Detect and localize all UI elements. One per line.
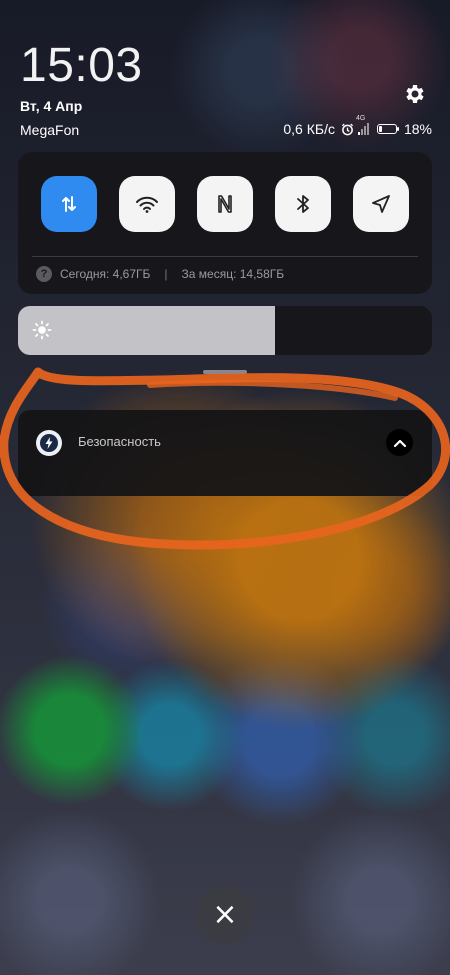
data-transfer-icon [62, 196, 76, 212]
bluetooth-icon [297, 195, 309, 213]
date-label: Вт, 4 Апр [20, 98, 83, 114]
data-usage[interactable]: ? Сегодня: 4,67ГБ | За месяц: 14,58ГБ [36, 266, 284, 282]
chevron-up-icon [393, 439, 406, 447]
nfc-toggle[interactable] [197, 176, 253, 232]
mobile-data-toggle[interactable] [41, 176, 97, 232]
close-icon: × [212, 897, 238, 932]
battery-percent: 18% [403, 121, 432, 137]
bluetooth-toggle[interactable] [275, 176, 331, 232]
quick-settings-panel: ? Сегодня: 4,67ГБ | За месяц: 14,58ГБ [18, 152, 432, 294]
notification-card[interactable]: Безопасность [18, 410, 432, 496]
toggle-row [41, 176, 409, 232]
carrier-label: MegaFon [20, 122, 80, 138]
wifi-icon [136, 196, 158, 213]
security-bolt-icon [36, 430, 62, 456]
expand-notification-button[interactable] [386, 429, 413, 456]
notification-app-name: Безопасность [78, 434, 161, 449]
cellular-signal-icon: 4G [356, 115, 369, 135]
location-icon [372, 195, 390, 213]
alarm-icon [341, 123, 354, 135]
close-button[interactable]: × [196, 886, 254, 944]
panel-divider [32, 256, 418, 257]
wifi-toggle[interactable] [119, 176, 175, 232]
status-bar: 0,6 КБ/с 4G 18% [283, 115, 432, 137]
location-toggle[interactable] [353, 176, 409, 232]
clock: 15:03 [20, 39, 143, 92]
brightness-slider[interactable] [18, 306, 432, 355]
drag-handle[interactable] [203, 370, 247, 374]
usage-today: Сегодня: 4,67ГБ [60, 267, 151, 281]
usage-month: За месяц: 14,58ГБ [181, 267, 285, 281]
help-icon: ? [36, 266, 52, 282]
brightness-slider-fill [18, 306, 275, 355]
nfc-icon [218, 195, 232, 213]
sun-icon [32, 320, 52, 340]
network-type-label: 4G [355, 115, 366, 122]
usage-separator: | [164, 267, 168, 281]
battery-icon [376, 124, 400, 134]
settings-gear-icon[interactable] [403, 82, 427, 106]
network-speed: 0,6 КБ/с [283, 121, 335, 137]
